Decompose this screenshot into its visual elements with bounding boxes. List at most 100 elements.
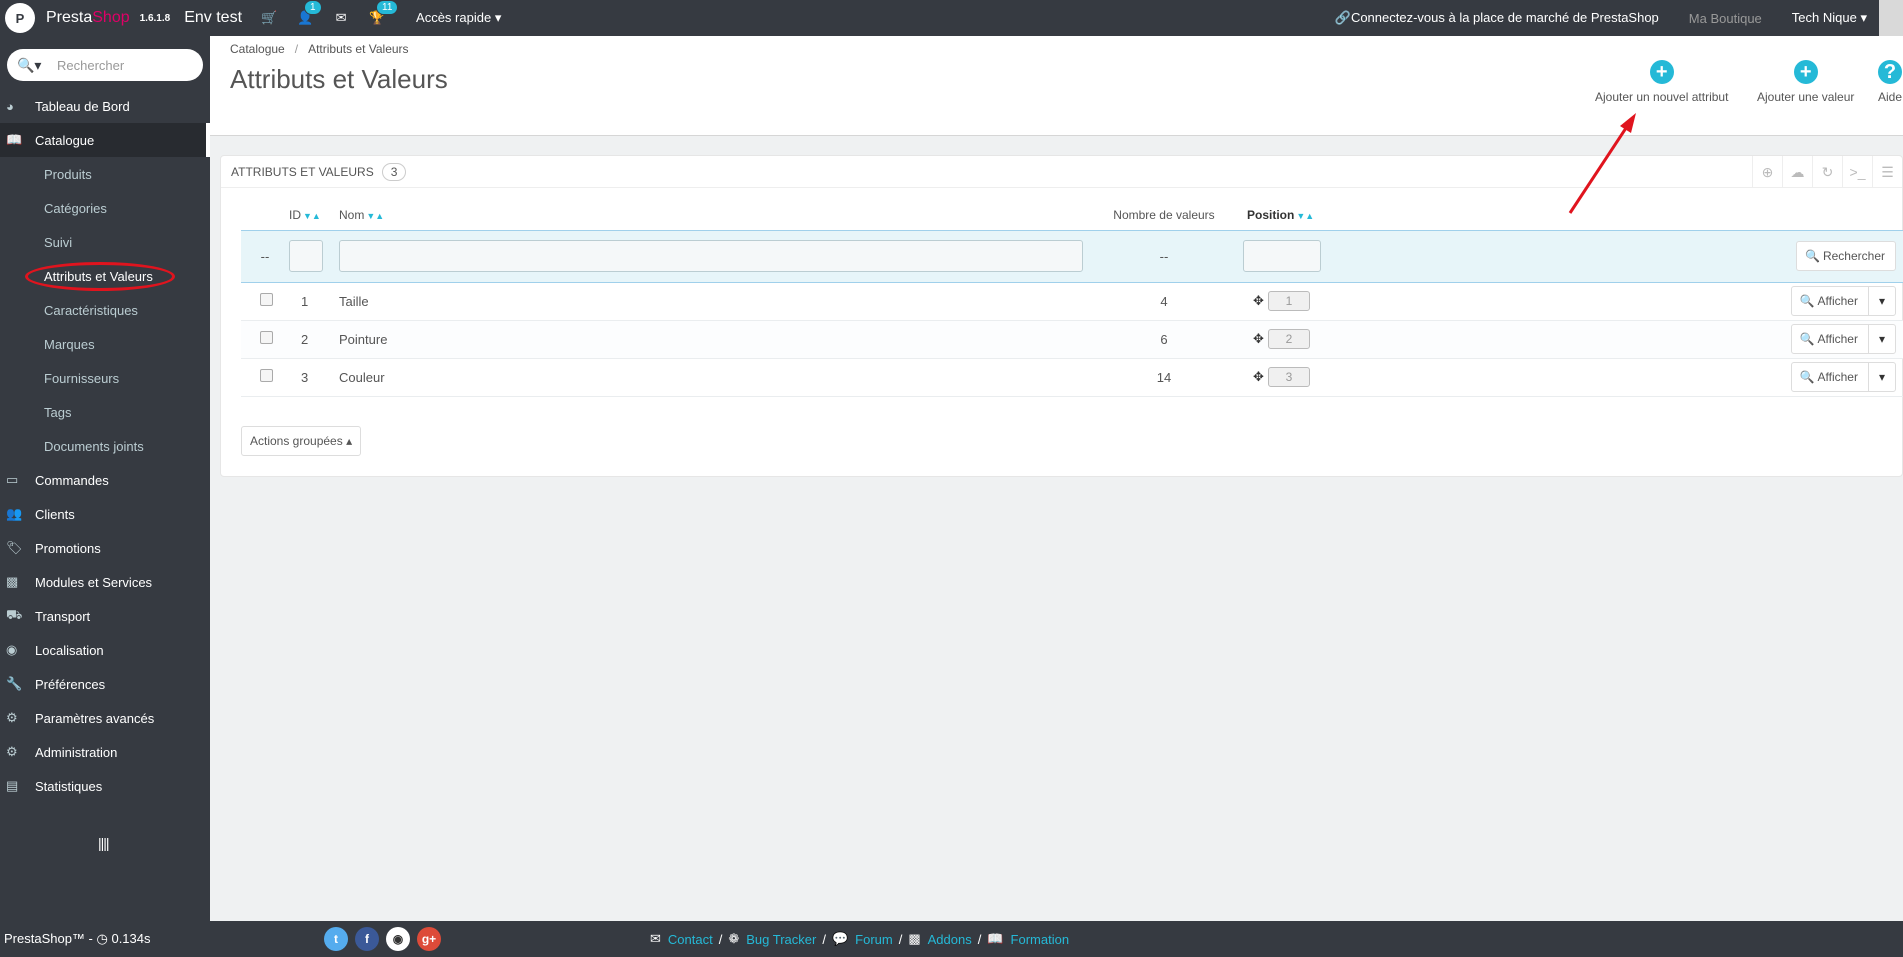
submenu-item-attachments[interactable]: Documents joints [0,429,210,463]
sidebar-item-catalog[interactable]: 📖 Catalogue [0,123,210,157]
row-checkbox[interactable] [260,369,273,382]
drag-handle-icon[interactable]: ✥ [1253,331,1264,346]
table-row[interactable]: 3 Couleur 14 ✥ 3 🔍 Afficher ▾ [241,358,1903,397]
filter-id-input[interactable] [289,240,323,272]
sort-icon[interactable]: ▼▲ [1296,211,1314,221]
search-button[interactable]: 🔍 Rechercher [1796,241,1896,271]
help-button[interactable]: ? Aide [1878,60,1902,104]
table-row[interactable]: 2 Pointure 6 ✥ 2 🔍 Afficher ▾ [241,320,1903,359]
book-icon: 📖 [6,132,23,147]
col-values: Nombre de valeurs [1113,207,1215,222]
sidebar-item-dashboard[interactable]: ◕ Tableau de Bord [0,89,210,123]
submenu-item-tracking[interactable]: Suivi [0,225,210,259]
view-button[interactable]: 🔍 Afficher ▾ [1790,286,1896,316]
terminal-icon[interactable]: >_ [1842,156,1872,188]
view-button[interactable]: 🔍 Afficher ▾ [1790,362,1896,392]
filter-name-input[interactable] [339,240,1083,272]
sidebar-item-modules[interactable]: ▩ Modules et Services [0,565,210,599]
attributes-table: ID ▼▲ Nom ▼▲ Nombre de valeurs Position ▼▲ … [241,200,1903,397]
employee-menu[interactable]: Tech Nique ▾ [1792,10,1867,26]
cart-icon[interactable]: 🛒 [260,10,278,26]
github-icon[interactable]: ◉ [386,927,410,951]
breadcrumb-catalog[interactable]: Catalogue [230,42,285,56]
search-input[interactable] [57,57,197,73]
footer-link-contact[interactable]: Contact [668,932,713,947]
collapse-sidebar-icon[interactable]: |||| [98,835,110,851]
submenu-item-categories[interactable]: Catégories [0,191,210,225]
shop-name[interactable]: Env test [184,9,242,27]
caret-down-icon[interactable]: ▾ [1867,363,1895,391]
add-attribute-label: Ajouter un nouvel attribut [1595,90,1729,104]
row-name: Pointure [339,320,1099,359]
sidebar-menu: ◕ Tableau de Bord 📖 Catalogue Produits Cat… [0,89,210,803]
view-button[interactable]: 🔍 Afficher ▾ [1790,324,1896,354]
sidebar-item-shipping[interactable]: ⛟ Transport [0,599,210,633]
col-actions [1349,200,1903,230]
sort-icon[interactable]: ▼▲ [366,211,384,221]
add-value-button[interactable]: + Ajouter une valeur [1757,60,1854,104]
google-plus-icon[interactable]: g+ [417,927,441,951]
row-values: 4 [1099,282,1229,321]
sidebar-item-advanced-parameters[interactable]: ⚙ Paramètres avancés [0,701,210,735]
col-position[interactable]: Position ▼▲ [1229,200,1349,230]
submenu-item-suppliers[interactable]: Fournisseurs [0,361,210,395]
col-position-label: Position [1247,207,1295,222]
col-id-label: ID [289,207,301,222]
submenu-item-products[interactable]: Produits [0,157,210,191]
table-row[interactable]: 1 Taille 4 ✥ 1 🔍 Afficher ▾ [241,282,1903,321]
marketplace-link[interactable]: 🔗Connectez-vous à la place de marché de … [1335,10,1659,26]
sidebar-item-administration[interactable]: ⚙ Administration [0,735,210,769]
sidebar-item-orders[interactable]: ▭ Commandes [0,463,210,497]
sidebar-item-label: Paramètres avancés [35,710,155,726]
caret-down-icon[interactable]: ▾ [1867,287,1895,315]
col-name[interactable]: Nom ▼▲ [339,200,1099,230]
globe-icon: ◉ [6,642,18,657]
footer-time: 0.134s [111,931,151,946]
refresh-icon[interactable]: ↻ [1812,156,1842,188]
bulk-actions-button[interactable]: Actions groupées ▴ [241,426,362,456]
quick-access-dropdown[interactable]: Accès rapide ▾ [416,10,501,26]
row-checkbox[interactable] [260,331,273,344]
footer-link-training[interactable]: Formation [1011,932,1070,947]
my-shop-link[interactable]: Ma Boutique [1689,11,1762,26]
sidebar-item-localization[interactable]: ◉ Localisation [0,633,210,667]
customers-icon[interactable]: 👤 1 [296,0,322,26]
caret-down-icon[interactable]: ▾ [1867,325,1895,353]
trophy-icon[interactable]: 🏆 11 [368,0,399,26]
count-badge: 3 [381,162,407,181]
sidebar-item-promotions[interactable]: 🏷 Promotions [0,531,210,565]
table-header-row: ID ▼▲ Nom ▼▲ Nombre de valeurs Position ▼▲ [241,200,1903,230]
filter-position-input[interactable] [1243,240,1321,272]
cloud-upload-icon[interactable]: ☁ [1782,156,1812,188]
col-id[interactable]: ID ▼▲ [289,200,339,230]
sidebar-item-label: Statistiques [35,778,103,794]
sort-icon[interactable]: ▼▲ [303,211,321,221]
facebook-icon[interactable]: f [355,927,379,951]
drag-handle-icon[interactable]: ✥ [1253,369,1264,384]
row-values: 14 [1099,358,1229,397]
footer-link-bug-tracker[interactable]: Bug Tracker [746,932,816,947]
add-attribute-button[interactable]: + Ajouter un nouvel attribut [1595,60,1728,104]
prestashop-logo[interactable]: P [2,0,38,36]
envelope-icon[interactable]: ✉ [332,10,350,26]
submenu-item-tags[interactable]: Tags [0,395,210,429]
database-icon[interactable]: ☰ [1872,156,1902,188]
puzzle-icon: ▩ [6,574,19,589]
search-icon[interactable]: 🔍▾ [17,57,47,74]
sidebar-item-customers[interactable]: 👥 Clients [0,497,210,531]
footer-link-addons[interactable]: Addons [928,932,972,947]
version-label: 1.6.1.8 [139,12,171,24]
footer-link-forum[interactable]: Forum [855,932,893,947]
submenu-item-features[interactable]: Caractéristiques [0,293,210,327]
twitter-icon[interactable]: t [324,927,348,951]
add-new-icon[interactable]: ⊕ [1752,156,1782,188]
sidebar-item-preferences[interactable]: 🔧 Préférences [0,667,210,701]
submenu-item-brands[interactable]: Marques [0,327,210,361]
submenu-item-attributes[interactable]: Attributs et Valeurs [0,259,210,293]
attributes-panel: ATTRIBUTS ET VALEURS 3 ⊕ ☁ ↻ >_ ☰ ID ▼▲ N… [220,155,1903,477]
drag-handle-icon[interactable]: ✥ [1253,293,1264,308]
brand-name[interactable]: Presta Shop [46,9,130,27]
row-checkbox[interactable] [260,293,273,306]
sidebar-item-stats[interactable]: ▤ Statistiques [0,769,210,803]
avatar[interactable] [1879,0,1903,36]
